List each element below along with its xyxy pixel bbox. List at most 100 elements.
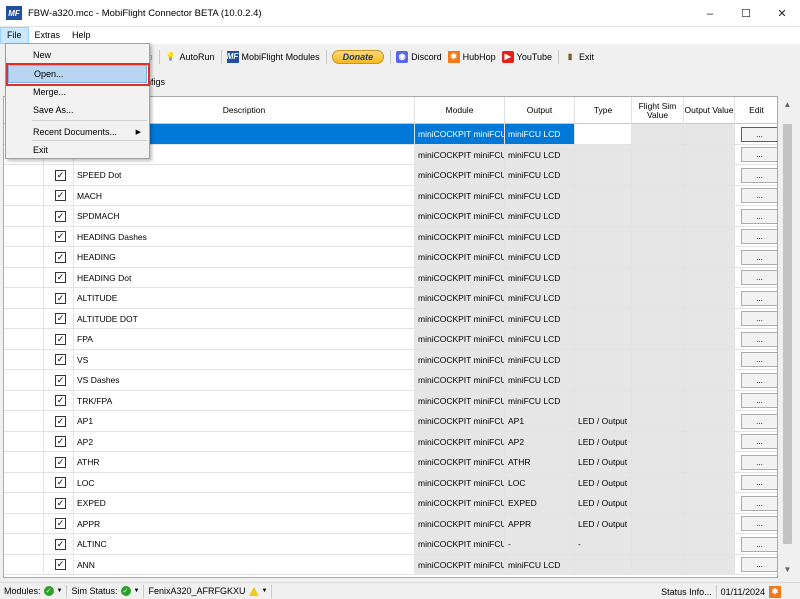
edit-button[interactable]: ... xyxy=(741,167,777,183)
menu-help[interactable]: Help xyxy=(66,27,97,44)
file-menu-item[interactable]: Save As... xyxy=(8,101,147,119)
file-menu-item[interactable]: New xyxy=(8,46,147,64)
table-row[interactable]: ✓ EXPED miniCOCKPIT miniFCU EXPED LED / Outp… xyxy=(4,493,777,514)
active-checkbox[interactable]: ✓ xyxy=(55,415,66,427)
active-checkbox[interactable]: ✓ xyxy=(55,436,66,447)
active-checkbox[interactable]: ✓ xyxy=(55,538,66,550)
discord-button[interactable]: ◉ Discord xyxy=(396,50,442,63)
header-edit[interactable]: Edit xyxy=(735,97,777,124)
edit-button[interactable]: ... xyxy=(741,249,777,265)
description-cell[interactable]: VS Dashes xyxy=(74,370,415,390)
table-row[interactable]: ✓ HEADING Dot miniCOCKPIT miniFCU miniFCU L… xyxy=(4,267,777,288)
table-row[interactable]: ✓ FPA miniCOCKPIT miniFCU miniFCU LCD... xyxy=(4,329,777,350)
donate-button[interactable]: Donate xyxy=(331,49,385,64)
description-cell[interactable]: SPEED Dot xyxy=(74,165,415,185)
edit-button[interactable]: ... xyxy=(741,413,777,429)
table-row[interactable]: ✓ ALTITUDE DOT miniCOCKPIT miniFCU miniFCU … xyxy=(4,308,777,329)
file-menu-item[interactable]: Exit xyxy=(8,141,147,159)
edit-button[interactable]: ... xyxy=(741,536,777,552)
active-checkbox[interactable]: ✓ xyxy=(55,313,66,324)
edit-button[interactable]: ... xyxy=(741,434,777,449)
table-row[interactable]: ✓ SPDMACH miniCOCKPIT miniFCU miniFCU LCD..… xyxy=(4,206,777,227)
table-row[interactable]: ✓ VS miniCOCKPIT miniFCU miniFCU LCD... xyxy=(4,349,777,370)
description-cell[interactable]: LOC xyxy=(74,472,415,493)
table-row[interactable]: ✓ AP2 miniCOCKPIT miniFCU AP2 LED / Output..… xyxy=(4,431,777,452)
description-cell[interactable]: APPR xyxy=(74,513,415,534)
hubhop-button[interactable]: ✱ HubHop xyxy=(447,50,496,63)
table-row[interactable]: ✓ ANN miniCOCKPIT miniFCU miniFCU LCD... xyxy=(4,554,777,575)
youtube-button[interactable]: ▶ YouTube xyxy=(501,50,552,63)
edit-button[interactable]: ... xyxy=(741,454,777,470)
edit-button[interactable]: ... xyxy=(741,290,777,306)
active-checkbox[interactable]: ✓ xyxy=(55,190,66,201)
scroll-up-arrow-icon[interactable]: ▲ xyxy=(779,96,796,113)
edit-button[interactable]: ... xyxy=(741,126,777,142)
active-checkbox[interactable]: ✓ xyxy=(55,292,66,304)
active-checkbox[interactable]: ✓ xyxy=(55,497,66,509)
maximize-button[interactable]: ☐ xyxy=(728,0,764,27)
header-type[interactable]: Type xyxy=(575,97,632,124)
aircraft-status[interactable]: FenixA320_AFRFGKXU ▼ xyxy=(144,584,273,598)
table-row[interactable]: ✓ SPEED Dot miniCOCKPIT miniFCU miniFCU LCD… xyxy=(4,165,777,186)
description-cell[interactable]: VS xyxy=(74,349,415,370)
edit-button[interactable]: ... xyxy=(741,331,777,347)
file-menu-item[interactable]: Recent Documents... ▶ xyxy=(8,123,147,141)
edit-button[interactable]: ... xyxy=(741,188,777,203)
active-checkbox[interactable]: ✓ xyxy=(55,251,66,263)
table-row[interactable]: ✓ HEADING Dashes miniCOCKPIT miniFCU miniFC… xyxy=(4,226,777,247)
description-cell[interactable]: ALTITUDE xyxy=(74,288,415,308)
description-cell[interactable]: ATHR xyxy=(74,452,415,472)
edit-button[interactable]: ... xyxy=(741,557,777,572)
description-cell[interactable]: AP2 xyxy=(74,431,415,452)
exit-button[interactable]: ▮ Exit xyxy=(564,51,594,63)
active-checkbox[interactable]: ✓ xyxy=(55,374,66,386)
edit-button[interactable]: ... xyxy=(741,516,777,531)
active-checkbox[interactable]: ✓ xyxy=(55,333,66,345)
table-row[interactable]: ✓ LOC miniCOCKPIT miniFCU LOC LED / Output..… xyxy=(4,472,777,493)
table-row[interactable]: ✓ HEADING miniCOCKPIT miniFCU miniFCU LCD..… xyxy=(4,247,777,268)
edit-button[interactable]: ... xyxy=(741,475,777,490)
table-row[interactable]: ✓ TRK/FPA miniCOCKPIT miniFCU miniFCU LCD..… xyxy=(4,390,777,411)
description-cell[interactable]: HEADING Dashes xyxy=(74,226,415,247)
active-checkbox[interactable]: ✓ xyxy=(55,456,66,468)
header-module[interactable]: Module xyxy=(415,97,505,124)
mobiflight-modules-button[interactable]: MF MobiFlight Modules xyxy=(226,50,320,63)
description-cell[interactable]: ALTITUDE DOT xyxy=(74,308,415,329)
minimize-button[interactable]: – xyxy=(692,0,728,27)
table-row[interactable]: ✓ ALTINC miniCOCKPIT miniFCU - -... xyxy=(4,534,777,555)
edit-button[interactable]: ... xyxy=(741,229,777,244)
description-cell[interactable]: HEADING xyxy=(74,247,415,267)
menu-file[interactable]: File xyxy=(0,27,29,44)
table-row[interactable]: ✓ MACH miniCOCKPIT miniFCU miniFCU LCD... xyxy=(4,185,777,206)
table-row[interactable]: ✓ AP1 miniCOCKPIT miniFCU AP1 LED / Output..… xyxy=(4,411,777,432)
active-checkbox[interactable]: ✓ xyxy=(55,231,66,242)
active-checkbox[interactable]: ✓ xyxy=(55,518,66,529)
description-cell[interactable]: MACH xyxy=(74,185,415,206)
edit-button[interactable]: ... xyxy=(741,352,777,367)
active-checkbox[interactable]: ✓ xyxy=(55,559,66,570)
description-cell[interactable]: SPDMACH xyxy=(74,206,415,226)
description-cell[interactable]: ALTINC xyxy=(74,534,415,554)
sim-status[interactable]: Sim Status: ✓ ▼ xyxy=(67,584,145,598)
scroll-down-arrow-icon[interactable]: ▼ xyxy=(779,561,796,578)
menu-extras[interactable]: Extras xyxy=(29,27,67,44)
table-row[interactable]: ✓ ATHR miniCOCKPIT miniFCU ATHR LED / Output… xyxy=(4,452,777,473)
edit-button[interactable]: ... xyxy=(741,208,777,224)
close-button[interactable]: ✕ xyxy=(764,0,800,27)
active-checkbox[interactable]: ✓ xyxy=(55,272,66,283)
edit-button[interactable]: ... xyxy=(741,311,777,326)
status-info-link[interactable]: Status Info... xyxy=(657,585,717,598)
table-row[interactable]: ✓ VS Dashes miniCOCKPIT miniFCU miniFCU LCD… xyxy=(4,370,777,391)
description-cell[interactable]: FPA xyxy=(74,329,415,349)
edit-button[interactable]: ... xyxy=(741,495,777,511)
active-checkbox[interactable]: ✓ xyxy=(55,210,66,222)
description-cell[interactable]: AP1 xyxy=(74,411,415,431)
header-flight-sim-value[interactable]: Flight Sim Value xyxy=(632,97,684,124)
edit-button[interactable]: ... xyxy=(741,270,777,285)
edit-button[interactable]: ... xyxy=(741,147,777,162)
table-row[interactable]: ✓ APPR miniCOCKPIT miniFCU APPR LED / Output… xyxy=(4,513,777,534)
description-cell[interactable]: HEADING Dot xyxy=(74,267,415,288)
edit-button[interactable]: ... xyxy=(741,372,777,388)
vertical-scrollbar[interactable]: ▲ ▼ xyxy=(779,96,796,578)
scroll-thumb[interactable] xyxy=(783,124,792,544)
